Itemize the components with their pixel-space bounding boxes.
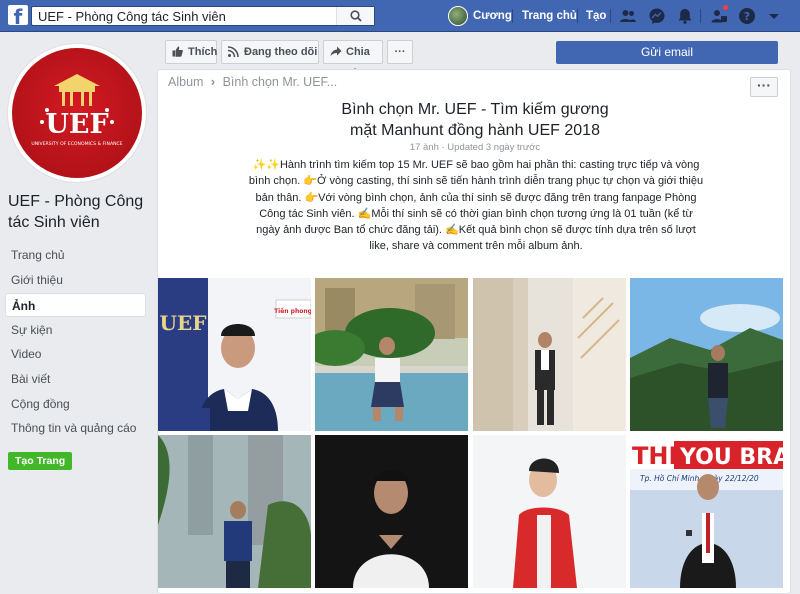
help-icon[interactable]: ? [738, 7, 756, 25]
breadcrumb: Album › Bình chọn Mr. UEF... [168, 75, 337, 89]
create-page-button[interactable]: Tạo Trang [8, 452, 73, 470]
sidebar-nav-item[interactable]: Cộng đồng [5, 392, 146, 416]
sidebar-nav-item[interactable]: Thông tin và quảng cáo [5, 416, 146, 440]
divider [700, 9, 701, 23]
signage-text: UEF [160, 311, 207, 335]
more-label: ··· [394, 46, 406, 58]
notification-badge [722, 4, 729, 11]
divider [610, 9, 611, 23]
sidebar-nav-item[interactable]: Trang chủ [5, 243, 146, 267]
divider [577, 9, 578, 23]
user-name: Cương [473, 10, 512, 22]
sidebar-nav-item[interactable]: Giới thiệu [5, 268, 146, 292]
album-photo[interactable] [630, 278, 783, 431]
page-name[interactable]: UEF - Phòng Công tác Sinh viên [8, 191, 148, 233]
album-photo[interactable] [158, 435, 311, 588]
page-action-bar: Thích Đang theo dõi ▼ Chia sẻ ··· Gửi em… [157, 36, 791, 80]
rss-icon [228, 46, 239, 57]
uef-crest-icon: UEF UNIVERSITY OF ECONOMICS & FINANCE [31, 74, 123, 147]
divider [512, 9, 513, 23]
album-description: ✨✨Hành trình tìm kiếm top 15 Mr. UEF sẽ … [248, 159, 704, 253]
share-arrow-icon [330, 46, 342, 57]
sidebar-nav-item[interactable]: Ảnh [5, 293, 146, 317]
search-icon [350, 10, 362, 22]
facebook-logo-icon[interactable]: f [8, 5, 28, 25]
breadcrumb-album-link[interactable]: Album [168, 75, 203, 89]
banner-text: YOU BRA [679, 445, 783, 470]
share-button[interactable]: Chia sẻ [323, 40, 383, 80]
album-photo[interactable]: THI YOU BRA Tp. Hồ Chí Minh, ngày 22/12/… [630, 435, 783, 588]
home-link[interactable]: Trang chủ [522, 10, 577, 22]
messenger-icon[interactable] [648, 7, 666, 25]
album-card: Album › Bình chọn Mr. UEF... ··· Bình ch… [157, 69, 791, 594]
following-button[interactable]: Đang theo dõi ▼ [221, 40, 319, 79]
album-title: Bình chọn Mr. UEF - Tìm kiếm gương mặt M… [158, 99, 792, 141]
sidebar-nav-item[interactable]: Video [5, 342, 146, 366]
logo-text: UEF [45, 109, 108, 140]
ellipsis-icon: ··· [757, 77, 771, 93]
notifications-bell-icon[interactable] [676, 7, 694, 25]
album-meta: 17 ảnh · Updated 3 ngày trước [409, 142, 541, 153]
breadcrumb-current: Bình chọn Mr. UEF... [222, 75, 338, 89]
sidebar-nav-item[interactable]: Sự kiện [5, 318, 146, 342]
account-menu-chevron-icon[interactable] [768, 7, 780, 25]
search-button[interactable] [336, 7, 374, 25]
album-options-button[interactable]: ··· [750, 77, 778, 97]
logo-subtext: UNIVERSITY OF ECONOMICS & FINANCE [31, 141, 122, 147]
more-options-button[interactable]: ··· [387, 40, 413, 64]
search-input[interactable] [32, 7, 337, 25]
create-link[interactable]: Tạo [586, 10, 606, 22]
album-title-line: mặt Manhunt đồng hành UEF 2018 [350, 122, 600, 139]
breadcrumb-separator-icon: › [210, 75, 216, 89]
search-box [31, 6, 375, 26]
sidebar-nav-item[interactable]: Bài viết [5, 367, 146, 391]
brand-text: Tiền phong [274, 307, 311, 315]
friend-requests-icon[interactable] [619, 7, 637, 25]
album-photo[interactable] [315, 278, 468, 431]
following-label: Đang theo dõi [244, 46, 318, 58]
album-photo[interactable] [315, 435, 468, 588]
avatar [448, 6, 468, 26]
banner-text: THI [632, 442, 677, 470]
album-photo[interactable] [473, 435, 626, 588]
svg-text:?: ? [744, 10, 750, 23]
like-label: Thích [188, 46, 218, 58]
album-title-line: Bình chọn Mr. UEF - Tìm kiếm gương [341, 101, 609, 118]
album-photo[interactable]: UEF Tiền phong [158, 278, 311, 431]
uef-logo: UEF UNIVERSITY OF ECONOMICS & FINANCE [12, 48, 142, 178]
like-button[interactable]: Thích [165, 40, 217, 64]
send-email-button[interactable]: Gửi email [556, 41, 778, 64]
page-profile-picture[interactable]: UEF UNIVERSITY OF ECONOMICS & FINANCE [8, 44, 146, 182]
top-navigation-bar: f Cương Trang chủ Tạo ? [0, 0, 800, 32]
profile-link[interactable]: Cương [448, 6, 512, 26]
album-photo[interactable] [473, 278, 626, 431]
thumbs-up-icon [172, 46, 183, 57]
